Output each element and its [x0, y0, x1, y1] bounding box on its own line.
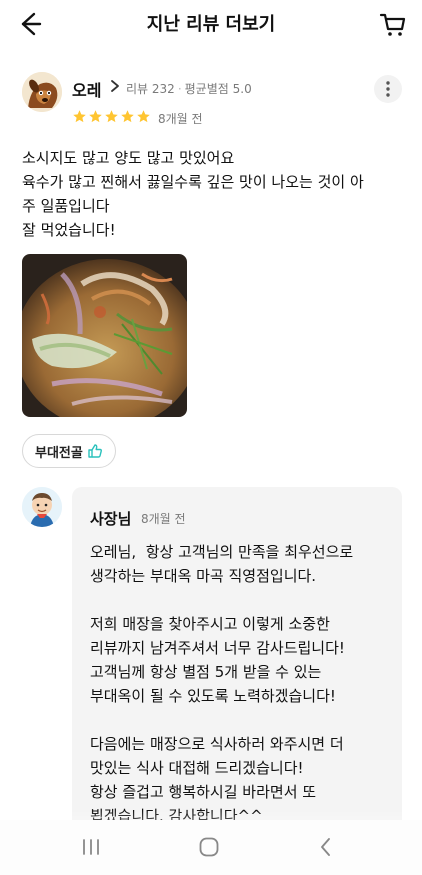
star-icon — [89, 110, 102, 123]
nav-back-icon[interactable] — [318, 836, 334, 858]
reply-text-line: 맛있는 식사 대접해 드리겠습니다! — [90, 759, 304, 777]
reply-text-line: 생각하는 부대옥 마곡 직영점입니다. — [90, 567, 317, 585]
review-photo[interactable] — [22, 254, 187, 417]
review-text-line: 육수가 많고 찐해서 끓일수록 깊은 맛이 나오는 것이 아 — [22, 173, 364, 191]
reply-text-line: 오레님, 항상 고객님의 만족을 최우선으로 — [90, 543, 354, 561]
star-rating — [72, 109, 151, 125]
owner-avatar — [22, 487, 62, 527]
review-text-line: 소시지도 많고 양도 많고 맛있어요 — [22, 149, 235, 167]
reply-text-line — [90, 708, 395, 732]
owner-reply-text: 오레님, 항상 고객님의 만족을 최우선으로 생각하는 부대옥 마곡 직영점입니… — [90, 540, 395, 828]
reply-text-line: 저희 매장을 찾아주시고 이렇게 소중한 — [90, 615, 330, 633]
reply-text-line: 고객님께 항상 별점 5개 받을 수 있는 — [90, 663, 322, 681]
owner-reply-box: 사장님 8개월 전 오레님, 항상 고객님의 만족을 최우선으로 생각하는 부대… — [72, 487, 402, 847]
owner-reply-name: 사장님 — [90, 510, 132, 528]
recent-apps-icon[interactable] — [80, 837, 102, 857]
thumbs-up-icon — [88, 444, 102, 458]
reply-text-line: 항상 즐겁고 행복하시길 바라면서 또 — [90, 783, 317, 801]
chevron-right-icon[interactable] — [108, 78, 122, 94]
star-icon — [137, 110, 150, 123]
top-bar: 지난 리뷰 더보기 — [0, 0, 422, 46]
reviewer-avatar[interactable] — [22, 72, 62, 112]
review-text-line: 잘 먹었습니다! — [22, 221, 116, 239]
reviewer-stats: 리뷰 232 · 평균별점 5.0 — [126, 80, 252, 97]
more-vertical-icon — [386, 81, 390, 97]
review-count: 리뷰 232 — [126, 82, 175, 96]
separator-dot: · — [177, 82, 182, 96]
star-icon — [105, 110, 118, 123]
review-text: 소시지도 많고 양도 많고 맛있어요 육수가 많고 찐해서 끓일수록 깊은 맛이… — [22, 146, 406, 242]
more-options-button[interactable] — [374, 75, 402, 103]
reply-text-line: 다음에는 매장으로 식사하러 와주시면 더 — [90, 735, 344, 753]
average-rating: 평균별점 5.0 — [184, 82, 252, 96]
system-nav-bar — [0, 820, 422, 875]
reply-text-line: 리뷰까지 남겨주셔서 너무 감사드립니다! — [90, 639, 345, 657]
reply-text-line: 부대옥이 될 수 있도록 노력하겠습니다! — [90, 687, 336, 705]
review-text-line: 주 일품입니다 — [22, 197, 110, 215]
owner-reply-date: 8개월 전 — [141, 512, 186, 526]
reviewer-header: 오레 리뷰 232 · 평균별점 5.0 8개월 전 — [22, 72, 402, 132]
menu-tag-label: 부대전골 — [35, 445, 83, 461]
home-icon[interactable] — [198, 836, 220, 858]
cart-icon[interactable] — [378, 9, 408, 39]
review-date: 8개월 전 — [158, 112, 203, 126]
menu-tag-chip[interactable]: 부대전골 — [22, 434, 116, 468]
reviewer-nickname[interactable]: 오레 — [72, 77, 101, 101]
star-icon — [73, 110, 86, 123]
reply-text-line — [90, 588, 395, 612]
page-title: 지난 리뷰 더보기 — [146, 14, 276, 35]
star-icon — [121, 110, 134, 123]
